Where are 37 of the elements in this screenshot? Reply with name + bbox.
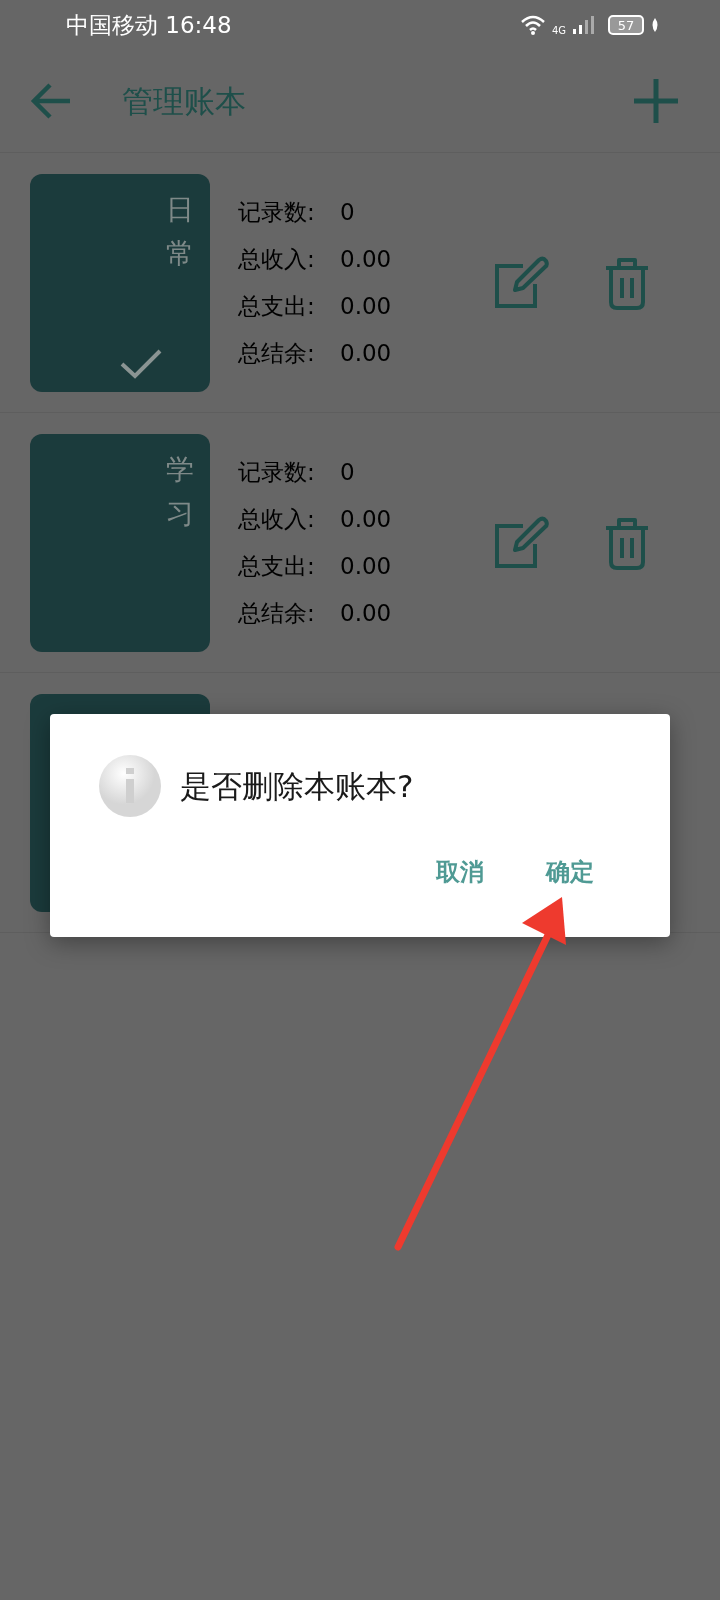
dialog-button[interactable]: 取消 <box>430 854 490 890</box>
stat-label: 总收入: <box>238 244 316 274</box>
book-cover[interactable]: 学习 <box>30 433 210 652</box>
stat-value: 0.00 <box>340 551 392 581</box>
stat-value: 0.00 <box>340 244 392 274</box>
battery-indicator: 57 <box>608 15 644 35</box>
stat-value: 0 <box>340 457 355 487</box>
add-icon[interactable] <box>632 77 680 125</box>
stat-label: 总支出: <box>238 551 316 581</box>
delete-icon[interactable] <box>604 515 650 570</box>
dialog-message: 是否删除本账本? <box>180 766 414 806</box>
wifi-icon <box>519 14 546 36</box>
stat-label: 总支出: <box>238 291 316 321</box>
dialog-button[interactable]: 确定 <box>540 854 600 890</box>
stat-value: 0.00 <box>340 504 392 534</box>
page-title: 管理账本 <box>122 81 246 121</box>
check-icon <box>120 347 162 380</box>
back-icon[interactable] <box>30 82 72 120</box>
signal-icon <box>572 15 594 35</box>
stat-value: 0.00 <box>340 291 392 321</box>
book-name: 日常 <box>166 191 194 273</box>
stat-value: 0.00 <box>340 598 392 628</box>
carrier-time: 中国移动 16:48 <box>66 10 232 40</box>
stat-label: 记录数: <box>238 457 316 487</box>
book-cover[interactable]: 日常 <box>30 173 210 392</box>
stat-value: 0 <box>340 197 355 227</box>
info-icon <box>98 754 162 818</box>
stat-label: 记录数: <box>238 197 316 227</box>
stat-label: 总收入: <box>238 504 316 534</box>
network-type: 4G <box>551 23 566 38</box>
edit-icon[interactable] <box>493 255 549 310</box>
stat-label: 总结余: <box>238 338 316 368</box>
delete-icon[interactable] <box>604 255 650 310</box>
stat-label: 总结余: <box>238 598 316 628</box>
stat-value: 0.00 <box>340 338 392 368</box>
book-name: 学习 <box>166 451 194 533</box>
edit-icon[interactable] <box>493 515 549 570</box>
